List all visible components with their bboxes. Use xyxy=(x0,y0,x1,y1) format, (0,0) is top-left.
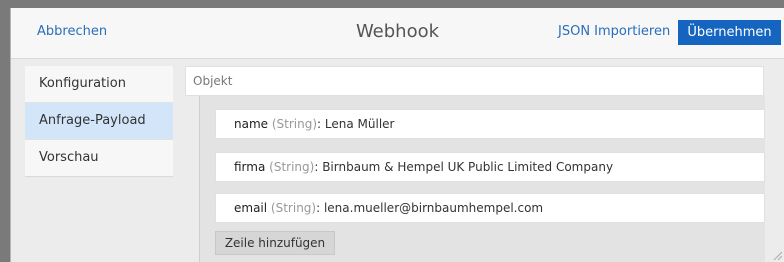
dialog-header: Abbrechen Webhook JSON Importieren Übern… xyxy=(11,8,784,59)
field-name: firma xyxy=(234,160,266,174)
field-value: Birnbaum & Hempel UK Public Limited Comp… xyxy=(322,160,614,174)
field-row[interactable]: email (String): lena.mueller@birnbaumhem… xyxy=(215,193,765,223)
object-root-row[interactable]: Objekt xyxy=(185,66,764,96)
object-fields-container: name (String): Lena Müller firma (String… xyxy=(199,96,765,262)
field-type: (String) xyxy=(270,201,317,215)
sidebar-item-anfrage-payload[interactable]: Anfrage-Payload xyxy=(25,102,173,139)
field-value: Lena Müller xyxy=(324,117,395,131)
field-row[interactable]: name (String): Lena Müller xyxy=(215,109,765,139)
field-value: lena.mueller@birnbaumhempel.com xyxy=(323,201,544,215)
sidebar-item-konfiguration[interactable]: Konfiguration xyxy=(25,66,173,102)
webhook-dialog: Abbrechen Webhook JSON Importieren Übern… xyxy=(10,8,784,262)
field-name: email xyxy=(234,201,268,215)
sidebar-item-vorschau[interactable]: Vorschau xyxy=(25,139,173,176)
cancel-link[interactable]: Abbrechen xyxy=(37,24,107,39)
field-type: (String) xyxy=(269,160,315,174)
sidebar: Konfiguration Anfrage-Payload Vorschau xyxy=(25,66,173,177)
resize-grip-icon[interactable] xyxy=(772,250,782,260)
json-import-link[interactable]: JSON Importieren xyxy=(558,24,670,39)
apply-button[interactable]: Übernehmen xyxy=(678,20,781,45)
field-row[interactable]: firma (String): Birnbaum & Hempel UK Pub… xyxy=(215,152,765,182)
field-type: (String) xyxy=(271,117,318,131)
field-name: name xyxy=(234,117,269,131)
add-row-button[interactable]: Zeile hinzufügen xyxy=(215,231,335,255)
